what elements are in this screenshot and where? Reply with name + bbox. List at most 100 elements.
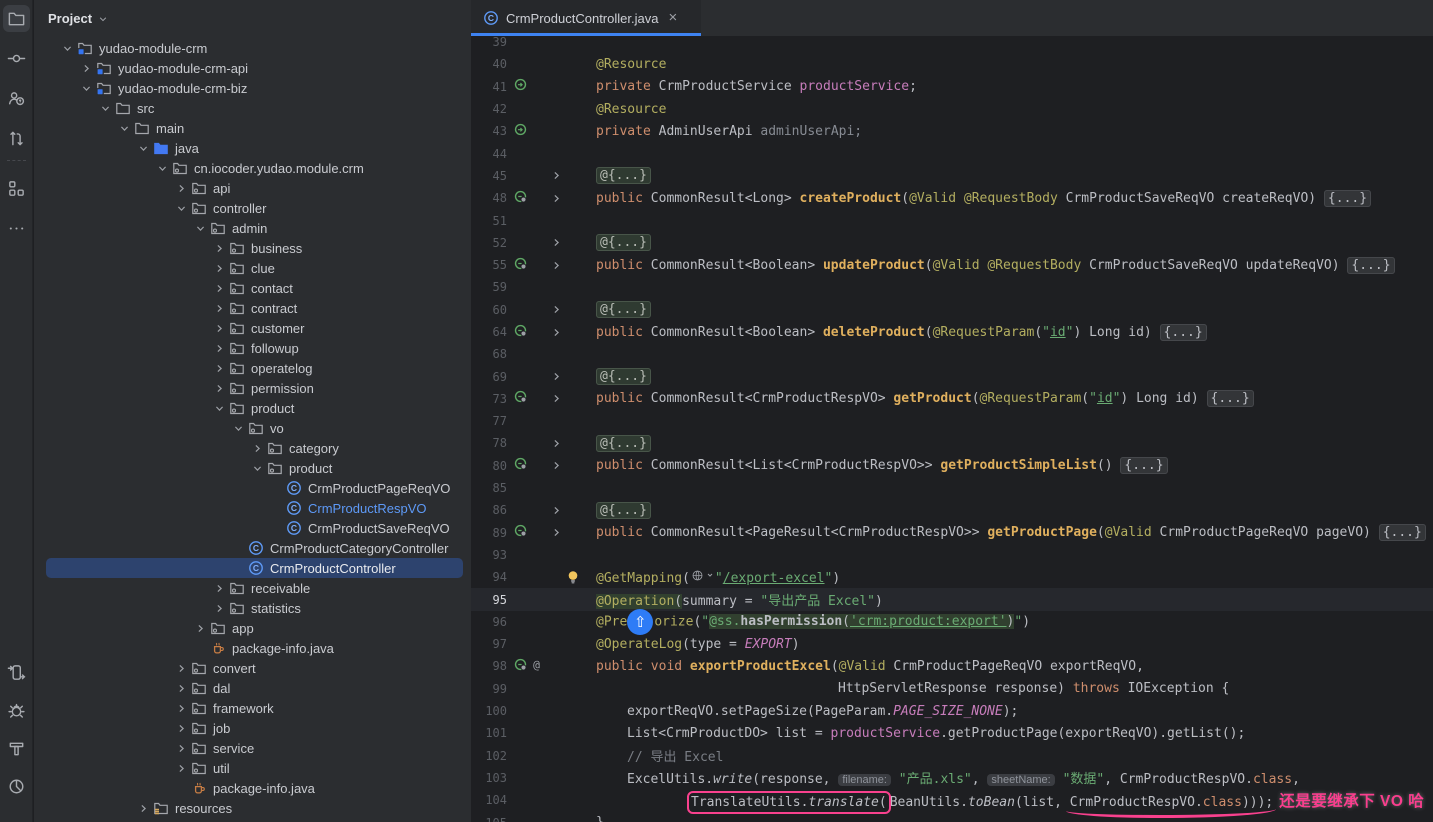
debug-icon[interactable] bbox=[3, 697, 30, 724]
code-line-89[interactable]: 89public CommonResult<PageResult<CrmProd… bbox=[471, 522, 1433, 544]
fold-chevron-icon[interactable] bbox=[548, 459, 564, 472]
tree-item-permission[interactable]: permission bbox=[34, 378, 471, 398]
fold-chevron-icon[interactable] bbox=[548, 437, 564, 450]
code-line-101[interactable]: 101List<CrmProductDO> list = productServ… bbox=[471, 722, 1433, 744]
tree-item-main[interactable]: main bbox=[34, 118, 471, 138]
code-line-68[interactable]: 68 bbox=[471, 343, 1433, 365]
build-icon[interactable] bbox=[3, 735, 30, 762]
tree-item-admin[interactable]: admin bbox=[34, 218, 471, 238]
tree-item-category[interactable]: category bbox=[34, 438, 471, 458]
chevron-right-icon[interactable] bbox=[249, 440, 265, 456]
tree-item-cn-iocoder-yudao-module-crm[interactable]: cn.iocoder.yudao.module.crm bbox=[34, 158, 471, 178]
more-icon[interactable] bbox=[3, 215, 30, 242]
tree-item-job[interactable]: job bbox=[34, 718, 471, 738]
chevron-down-icon[interactable] bbox=[116, 120, 132, 136]
chevron-right-icon[interactable] bbox=[211, 380, 227, 396]
chevron-right-icon[interactable] bbox=[173, 700, 189, 716]
tree-item-statistics[interactable]: statistics bbox=[34, 598, 471, 618]
chevron-right-icon[interactable] bbox=[211, 580, 227, 596]
spring-bean-icon[interactable] bbox=[513, 77, 528, 96]
tree-item-clue[interactable]: clue bbox=[34, 258, 471, 278]
commit-icon[interactable] bbox=[3, 45, 30, 72]
code-line-102[interactable]: 102// 导出 Excel bbox=[471, 745, 1433, 767]
code-line-45[interactable]: 45@{...} bbox=[471, 165, 1433, 187]
code-line-100[interactable]: 100exportReqVO.setPageSize(PageParam.PAG… bbox=[471, 700, 1433, 722]
chevron-down-icon[interactable] bbox=[192, 220, 208, 236]
code-line-52[interactable]: 52@{...} bbox=[471, 232, 1433, 254]
tree-item-controller[interactable]: controller bbox=[34, 198, 471, 218]
chevron-down-icon[interactable] bbox=[135, 140, 151, 156]
code-line-105[interactable]: 105} bbox=[471, 811, 1433, 822]
chevron-down-icon[interactable] bbox=[249, 460, 265, 476]
code-line-98[interactable]: 98@public void exportProductExcel(@Valid… bbox=[471, 655, 1433, 677]
spring-endpoint-icon[interactable] bbox=[513, 657, 528, 676]
code-line-80[interactable]: 80public CommonResult<List<CrmProductRes… bbox=[471, 455, 1433, 477]
tree-item-dal[interactable]: dal bbox=[34, 678, 471, 698]
services-icon[interactable] bbox=[3, 659, 30, 686]
code-line-55[interactable]: 55public CommonResult<Boolean> updatePro… bbox=[471, 254, 1433, 276]
code-line-85[interactable]: 85 bbox=[471, 477, 1433, 499]
tree-item-contact[interactable]: contact bbox=[34, 278, 471, 298]
chevron-right-icon[interactable] bbox=[192, 620, 208, 636]
chevron-right-icon[interactable] bbox=[173, 740, 189, 756]
chevron-right-icon[interactable] bbox=[173, 180, 189, 196]
fold-chevron-icon[interactable] bbox=[548, 526, 564, 539]
intention-bulb-icon[interactable] bbox=[565, 569, 581, 585]
code-line-73[interactable]: 73public CommonResult<CrmProductRespVO> … bbox=[471, 388, 1433, 410]
code-line-95[interactable]: 95@Operation(summary = "导出产品 Excel") bbox=[471, 588, 1433, 610]
chevron-right-icon[interactable] bbox=[211, 340, 227, 356]
code-line-103[interactable]: 103ExcelUtils.write(response, filename: … bbox=[471, 767, 1433, 789]
tree-item-crmproductsavereqvo[interactable]: CCrmProductSaveReqVO bbox=[34, 518, 471, 538]
chevron-down-icon[interactable] bbox=[97, 100, 113, 116]
spring-endpoint-icon[interactable] bbox=[513, 389, 528, 408]
fold-chevron-icon[interactable] bbox=[548, 392, 564, 405]
tree-item-framework[interactable]: framework bbox=[34, 698, 471, 718]
code-editor[interactable]: 3940@Resource41private CrmProductService… bbox=[471, 36, 1433, 822]
tree-item-src[interactable]: src bbox=[34, 98, 471, 118]
tree-item-product[interactable]: product bbox=[34, 398, 471, 418]
project-folder-icon[interactable] bbox=[3, 5, 30, 32]
code-line-39[interactable]: 39 bbox=[471, 36, 1433, 53]
chevron-right-icon[interactable] bbox=[173, 720, 189, 736]
chevron-right-icon[interactable] bbox=[211, 360, 227, 376]
chevron-right-icon[interactable] bbox=[211, 240, 227, 256]
spring-bean-icon[interactable] bbox=[513, 122, 528, 141]
fold-chevron-icon[interactable] bbox=[548, 326, 564, 339]
tree-item-api[interactable]: api bbox=[34, 178, 471, 198]
tree-item-java[interactable]: java bbox=[34, 138, 471, 158]
fold-chevron-icon[interactable] bbox=[548, 236, 564, 249]
spring-endpoint-icon[interactable] bbox=[513, 256, 528, 275]
tab-crmproductcontroller[interactable]: C CrmProductController.java × bbox=[471, 0, 701, 36]
code-line-96[interactable]: 96@Pre⇧orize("@ss.hasPermission('crm:pro… bbox=[471, 611, 1433, 633]
code-line-93[interactable]: 93 bbox=[471, 544, 1433, 566]
chevron-right-icon[interactable] bbox=[211, 260, 227, 276]
tree-item-operatelog[interactable]: operatelog bbox=[34, 358, 471, 378]
tree-item-business[interactable]: business bbox=[34, 238, 471, 258]
tree-item-package-info-java[interactable]: package-info.java bbox=[34, 638, 471, 658]
tree-item-convert[interactable]: convert bbox=[34, 658, 471, 678]
tree-item-crmproductrespvo[interactable]: CCrmProductRespVO bbox=[34, 498, 471, 518]
tree-item-customer[interactable]: customer bbox=[34, 318, 471, 338]
pull-requests-icon[interactable] bbox=[3, 125, 30, 152]
fold-chevron-icon[interactable] bbox=[548, 259, 564, 272]
chevron-right-icon[interactable] bbox=[173, 760, 189, 776]
code-line-94[interactable]: 94@GetMapping("/export-excel") bbox=[471, 566, 1433, 588]
chevron-right-icon[interactable] bbox=[211, 320, 227, 336]
code-line-78[interactable]: 78@{...} bbox=[471, 432, 1433, 454]
spring-endpoint-icon[interactable] bbox=[513, 189, 528, 208]
chevron-down-icon[interactable] bbox=[173, 200, 189, 216]
tree-item-yudao-module-crm-api[interactable]: yudao-module-crm-api bbox=[34, 58, 471, 78]
tree-item-crmproductcontroller[interactable]: CCrmProductController bbox=[34, 558, 471, 578]
code-line-51[interactable]: 51 bbox=[471, 209, 1433, 231]
fold-chevron-icon[interactable] bbox=[548, 303, 564, 316]
code-line-86[interactable]: 86@{...} bbox=[471, 499, 1433, 521]
code-line-43[interactable]: 43private AdminUserApi adminUserApi; bbox=[471, 120, 1433, 142]
fold-chevron-icon[interactable] bbox=[548, 504, 564, 517]
code-line-44[interactable]: 44 bbox=[471, 142, 1433, 164]
code-line-59[interactable]: 59 bbox=[471, 276, 1433, 298]
http-endpoint-globe-icon[interactable] bbox=[690, 569, 715, 582]
chevron-down-icon[interactable] bbox=[230, 420, 246, 436]
tree-item-yudao-module-crm[interactable]: yudao-module-crm bbox=[34, 38, 471, 58]
chevron-right-icon[interactable] bbox=[173, 660, 189, 676]
code-line-60[interactable]: 60@{...} bbox=[471, 299, 1433, 321]
